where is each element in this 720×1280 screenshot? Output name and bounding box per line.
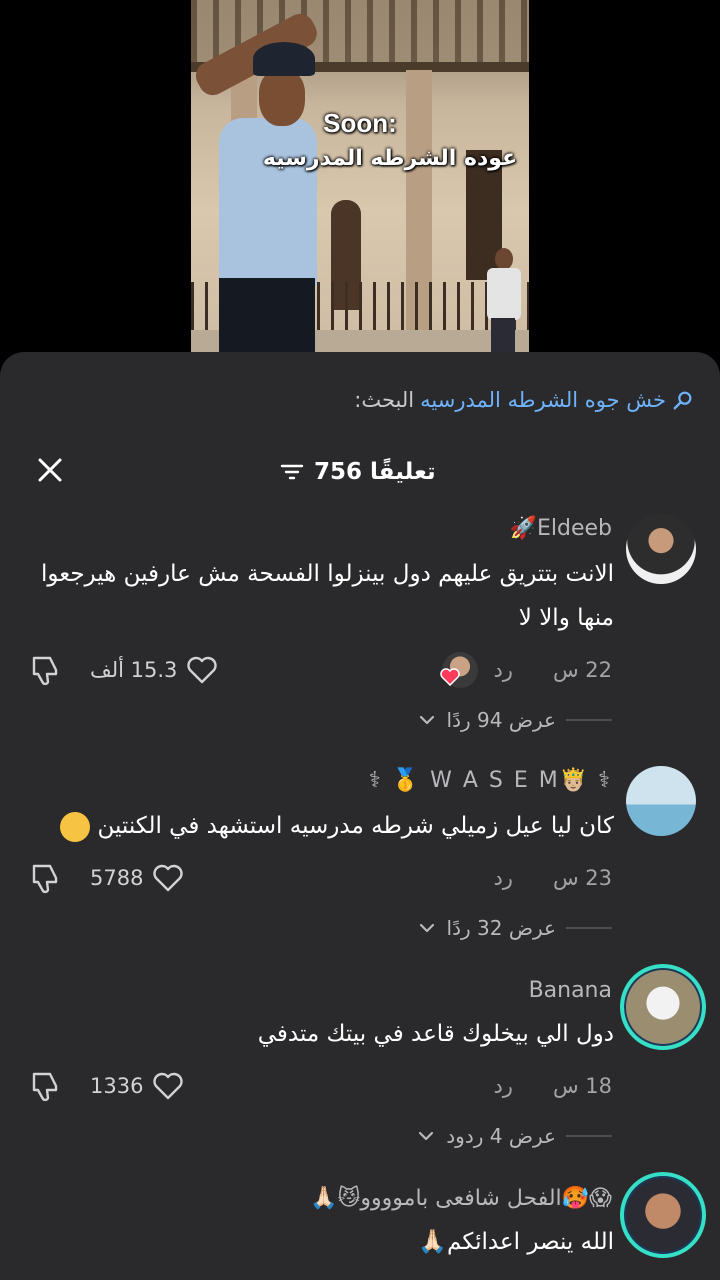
chevron-down-icon bbox=[419, 1131, 434, 1141]
avatar[interactable] bbox=[620, 1172, 706, 1258]
dislike-icon[interactable] bbox=[28, 1068, 64, 1104]
view-replies-label: عرض 32 ردًا bbox=[446, 916, 556, 940]
video-walker bbox=[483, 248, 523, 352]
like-count: 5788 bbox=[90, 866, 144, 890]
comment-time: 22 س bbox=[552, 658, 612, 682]
comment-time: 18 س bbox=[552, 1074, 612, 1098]
creator-heart-icon bbox=[440, 668, 460, 686]
search-query-link[interactable]: خش جوه الشرطه المدرسيه bbox=[420, 388, 666, 412]
like-count-wrap[interactable]: 5788 bbox=[90, 858, 185, 898]
video-caption-line1: Soon: bbox=[323, 108, 397, 138]
avatar[interactable] bbox=[620, 964, 706, 1050]
chevron-down-icon bbox=[419, 923, 434, 933]
replies-divider bbox=[566, 719, 612, 721]
dislike-icon[interactable] bbox=[28, 652, 64, 688]
comment-username[interactable]: ⚕ 🤴🏼W A S E M 🥇 ⚕ bbox=[369, 768, 612, 793]
reply-button[interactable]: رد bbox=[493, 866, 513, 890]
search-icon bbox=[673, 391, 692, 410]
reply-button[interactable]: رد bbox=[493, 658, 513, 682]
chevron-down-icon bbox=[419, 715, 434, 725]
view-replies-label: عرض 4 ردود bbox=[446, 1124, 556, 1148]
replies-divider bbox=[566, 927, 612, 929]
video-caption-line2: عوده الشرطه المدرسيه bbox=[262, 146, 518, 171]
close-button[interactable] bbox=[30, 450, 70, 490]
heart-icon[interactable] bbox=[185, 653, 219, 687]
view-replies-button[interactable]: عرض 4 ردود bbox=[416, 1118, 612, 1154]
video-frame[interactable]: Soon: عوده الشرطه المدرسيه bbox=[191, 0, 529, 352]
close-icon bbox=[38, 458, 62, 482]
comment-text: كان ليا عيل زميلي شرطه مدرسيه استشهد في … bbox=[24, 804, 614, 848]
comment-text-body: كان ليا عيل زميلي شرطه مدرسيه استشهد في … bbox=[97, 813, 614, 839]
comment-username[interactable]: Banana bbox=[529, 978, 612, 1003]
comments-sheet: البحث: خش جوه الشرطه المدرسيه 756 تعليقً… bbox=[0, 352, 720, 1280]
view-replies-label: عرض 94 ردًا bbox=[446, 708, 556, 732]
heart-icon[interactable] bbox=[151, 861, 185, 895]
pensive-face-icon bbox=[60, 811, 91, 842]
related-search[interactable]: البحث: خش جوه الشرطه المدرسيه bbox=[354, 382, 696, 418]
like-count: 1336 bbox=[90, 1074, 144, 1098]
reply-button[interactable]: رد bbox=[493, 1074, 513, 1098]
comment-meta: 22 س رد bbox=[493, 652, 612, 688]
comment-username[interactable]: Eldeeb🚀 bbox=[510, 516, 612, 541]
comment-text: دول الي بيخلوك قاعد في بيتك متدفي bbox=[257, 1021, 614, 1047]
filter-icon[interactable] bbox=[280, 460, 304, 484]
view-replies-button[interactable]: عرض 32 ردًا bbox=[417, 910, 612, 946]
comment-meta: 23 س رد bbox=[493, 860, 612, 896]
comment-username[interactable]: 😱🥵الفحل شافعى باموووو😼🙏🏻 bbox=[310, 1186, 612, 1211]
comment-count: 756 تعليقًا bbox=[314, 459, 436, 485]
search-prefix: البحث: bbox=[354, 388, 415, 412]
like-count-wrap[interactable]: 15.3 ألف bbox=[90, 650, 219, 690]
comment-time: 23 س bbox=[552, 866, 612, 890]
like-count-wrap[interactable]: 1336 bbox=[90, 1066, 185, 1106]
video-area[interactable]: Soon: عوده الشرطه المدرسيه bbox=[0, 0, 720, 352]
heart-icon[interactable] bbox=[151, 1069, 185, 1103]
replies-divider bbox=[566, 1135, 612, 1137]
dislike-icon[interactable] bbox=[28, 860, 64, 896]
comment-count-wrap[interactable]: 756 تعليقًا bbox=[280, 452, 436, 492]
comment-meta: 18 س رد bbox=[493, 1068, 612, 1104]
avatar[interactable] bbox=[626, 514, 696, 584]
like-count: 15.3 ألف bbox=[90, 658, 178, 682]
comments-header: 756 تعليقًا bbox=[0, 444, 720, 500]
avatar[interactable] bbox=[626, 766, 696, 836]
comment-text: الله ينصر اعدائكم🙏🏻 bbox=[418, 1229, 614, 1255]
video-person bbox=[219, 42, 319, 352]
comment-text: الانت بتتريق عليهم دول بينزلوا الفسحة مش… bbox=[40, 561, 614, 631]
view-replies-button[interactable]: عرض 94 ردًا bbox=[417, 702, 612, 738]
